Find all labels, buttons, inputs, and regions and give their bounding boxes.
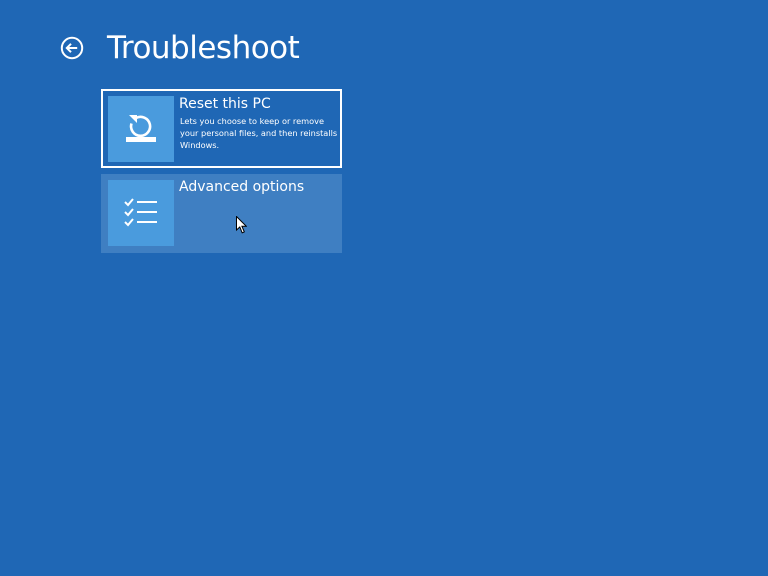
reset-this-pc-description: Lets you choose to keep or remove your p… xyxy=(180,116,338,150)
reset-this-pc-title: Reset this PC xyxy=(179,96,271,112)
advanced-options-tile[interactable]: Advanced options xyxy=(101,174,342,253)
back-arrow-circle-icon xyxy=(60,36,84,60)
advanced-options-title: Advanced options xyxy=(179,179,305,195)
reset-pc-icon xyxy=(108,96,174,162)
reset-this-pc-tile[interactable]: Reset this PC Lets you choose to keep or… xyxy=(101,89,342,168)
page-title: Troubleshoot xyxy=(107,30,300,66)
back-button[interactable] xyxy=(60,36,84,60)
mouse-pointer-icon xyxy=(236,216,247,234)
troubleshoot-screen: Troubleshoot Reset this PC Lets you choo… xyxy=(0,0,768,576)
checklist-icon xyxy=(108,180,174,246)
